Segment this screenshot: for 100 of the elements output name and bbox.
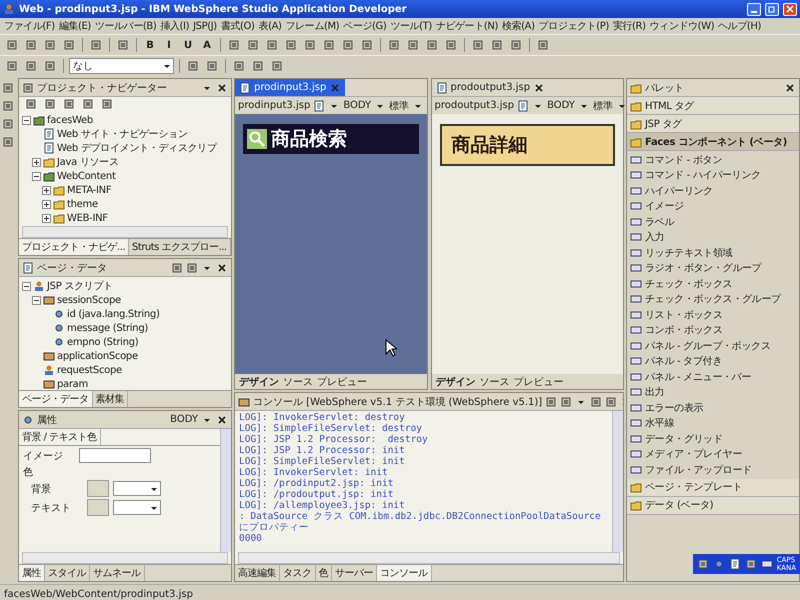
horizontal-scrollbar[interactable] [22,226,228,238]
palette-drawer[interactable]: Faces コンポーネント (ベータ) [627,133,799,151]
tree-item-label[interactable]: Web デプロイメント・ディスクリプ [57,141,217,155]
view-tab[interactable]: サムネール [90,565,144,581]
menu-item[interactable]: ファイル(F) [2,19,57,33]
close-icon[interactable] [216,414,228,426]
palette-item[interactable]: パネル - タブ付き [630,354,796,369]
property-tab[interactable]: 背景 / テキスト色 [19,429,101,445]
page-icon[interactable] [313,100,326,112]
view-tab[interactable]: 素材集 [92,391,128,407]
tree-item-label[interactable]: empno (String) [67,336,138,348]
menu-item[interactable]: プロジェクト(P) [536,19,611,33]
collapse-toggle[interactable] [22,116,31,124]
menu-item[interactable]: 表(A) [256,19,284,33]
restore-button[interactable] [765,2,779,16]
expand-toggle[interactable] [42,214,51,222]
menu-item[interactable]: 書式(O) [218,19,256,33]
palette-item[interactable]: ファイル・アップロード [630,462,796,478]
palette-item[interactable]: リスト・ボックス [630,307,796,322]
format-button[interactable]: I [161,37,177,53]
close-icon[interactable] [216,82,228,94]
tree-item-label[interactable]: sessionScope [57,294,121,306]
menu-item[interactable]: ツールバー(B) [92,19,158,33]
palette-item[interactable]: コマンド - ハイパーリンク [630,168,796,183]
mode-tab[interactable]: デザイン [436,374,476,388]
collapse-toggle[interactable] [32,172,41,180]
palette-item[interactable]: パネル - グループ・ボックス [630,338,796,354]
palette-item[interactable]: 出力 [630,384,796,400]
palette-item[interactable]: コマンド - ボタン [630,152,796,168]
palette-item[interactable]: リッチテキスト領域 [630,245,796,260]
menu-item[interactable]: 実行(R) [610,19,648,33]
expand-toggle[interactable] [42,186,51,194]
palette-item[interactable]: ラベル [630,214,796,230]
tree-item-label[interactable]: applicationScope [57,350,138,362]
palette-item[interactable]: イメージ [630,198,796,214]
mode-tab[interactable]: デザイン [239,374,279,388]
tree-item-label[interactable]: JSP スクリプト [47,279,113,293]
close-icon[interactable] [216,262,228,274]
mode-tab[interactable]: プレビュー [317,374,367,388]
menu-item[interactable]: 検索(A) [500,19,537,33]
view-tab[interactable]: 色 [316,565,332,581]
color-dropdown[interactable] [113,481,161,496]
close-icon[interactable] [784,82,796,94]
color-swatch[interactable] [87,480,109,497]
element-dropdown[interactable]: BODY [343,100,372,111]
tree-item-label[interactable]: WEB-INF [67,212,108,224]
palette-item[interactable]: データ・グリッド [630,431,796,446]
palette-item[interactable]: 入力 [630,230,796,245]
horizontal-scrollbar[interactable] [238,552,620,564]
view-tab[interactable]: ページ・データ [19,391,92,407]
style-dropdown[interactable]: 標準 [592,98,613,112]
format-button[interactable]: B [142,37,158,53]
collapse-toggle[interactable] [32,296,41,304]
vertical-scrollbar[interactable] [612,411,623,552]
palette-drawer[interactable]: データ (ベータ) [627,496,799,514]
palette-item[interactable]: 水平線 [630,416,796,431]
close-button[interactable] [783,2,797,16]
palette-drawer[interactable]: ページ・テンプレート [627,478,799,496]
format-button[interactable]: A [199,37,215,53]
tree-item-label[interactable]: META-INF [67,184,112,196]
color-swatch[interactable] [87,499,109,516]
palette-drawer[interactable]: HTML タグ [627,97,799,115]
style-dropdown[interactable]: 標準 [389,98,410,112]
view-tab[interactable]: コンソール [377,565,432,581]
tree-item-label[interactable]: theme [67,198,98,210]
palette-item[interactable]: ラジオ・ボタン・グループ [630,260,796,276]
menu-item[interactable]: フレーム(M) [284,19,342,33]
expand-toggle[interactable] [32,158,41,166]
view-tab[interactable]: スタイル [45,565,90,581]
minimize-button[interactable] [747,2,761,16]
color-dropdown[interactable] [113,500,161,515]
tree-item-label[interactable]: requestScope [57,364,122,376]
tree-item-label[interactable]: id (java.lang.String) [67,308,160,320]
collapse-toggle[interactable] [22,282,31,290]
tree-item-label[interactable]: facesWeb [47,114,93,126]
vertical-scrollbar[interactable] [220,429,231,552]
mode-tab[interactable]: ソース [480,374,510,388]
palette-item[interactable]: ハイパーリンク [630,183,796,198]
view-tab[interactable]: タスク [280,565,316,581]
image-input[interactable] [79,448,151,463]
palette-item[interactable]: チェック・ボックス [630,276,796,292]
editor-tab[interactable]: prodinput3.jsp [235,79,346,96]
tree-item-label[interactable]: Java リソース [57,155,119,169]
palette-item[interactable]: チェック・ボックス・グループ [630,292,796,307]
tree-item-label[interactable]: WebContent [57,170,116,182]
menu-item[interactable]: ウィンドウ(W) [648,19,716,33]
tree-item-label[interactable]: param [57,378,88,390]
palette-item[interactable]: コンボ・ボックス [630,322,796,338]
palette-item[interactable]: メディア・プレイヤー [630,446,796,462]
expand-toggle[interactable] [42,200,51,208]
view-tab[interactable]: プロジェクト・ナビゲ... [19,239,130,255]
element-dropdown[interactable]: BODY [547,100,575,111]
menu-item[interactable]: ページ(G) [341,19,388,33]
menu-item[interactable]: ナビゲート(N) [434,19,500,33]
view-tab[interactable]: 高速編集 [235,565,280,581]
mode-tab[interactable]: プレビュー [514,374,564,388]
horizontal-scrollbar[interactable] [22,552,228,564]
menu-item[interactable]: 挿入(I) [158,19,192,33]
palette-drawer[interactable]: JSP タグ [627,115,799,133]
menu-item[interactable]: JSP(J) [191,20,219,32]
